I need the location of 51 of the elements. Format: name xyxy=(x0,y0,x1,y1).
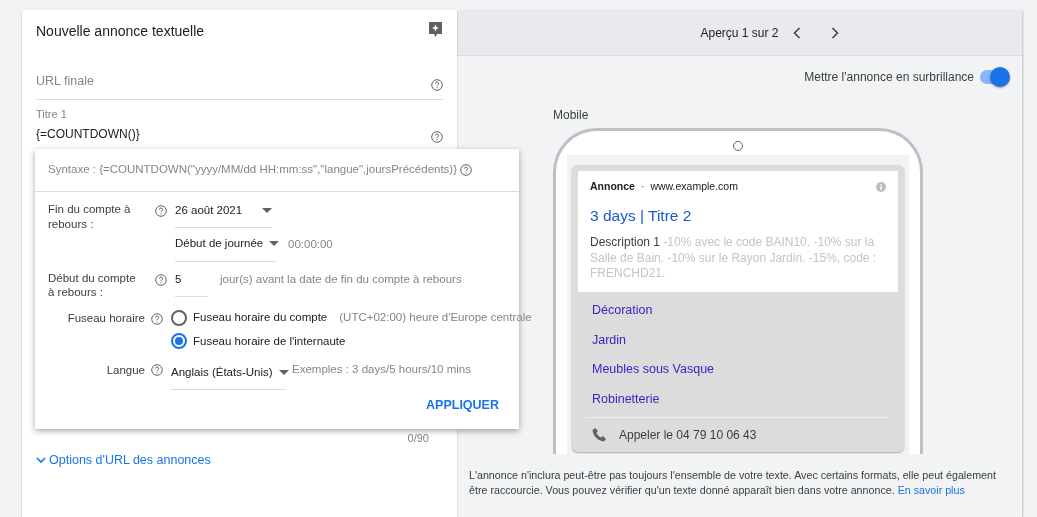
phone-icon[interactable] xyxy=(592,427,607,443)
days-suffix: jour(s) avant la date de fin du compte à rebours xyxy=(220,271,462,287)
disclaimer-text: L'annonce n'inclura peut-être pas toujours l'ensemble de votre texte. Avec certains formats, elle peut également être raccourcie. Vous pouvez vérifier qu'un texte donné apparaît bien dans votre annonce. En savoir plus xyxy=(469,468,997,498)
timezone-note: (UTC+02:00) heure d'Europe centrale xyxy=(339,310,532,326)
toggle-label: Mettre l'annonce en surbrillance xyxy=(804,69,974,86)
apply-button[interactable]: APPLIQUER xyxy=(426,392,499,419)
help-icon[interactable] xyxy=(431,78,443,91)
examples-text: Exemples : 3 days/5 hours/10 mins xyxy=(292,362,471,378)
ad-url: www.example.com xyxy=(650,179,738,194)
learn-more-link[interactable]: En savoir plus xyxy=(897,484,965,496)
url-options-link[interactable]: Options d'URL des annonces xyxy=(36,450,211,470)
radio-button[interactable] xyxy=(171,310,187,326)
chevron-right-icon[interactable] xyxy=(830,26,839,39)
date-dropdown[interactable]: 26 août 2021 xyxy=(175,202,272,229)
help-icon[interactable] xyxy=(155,205,167,217)
help-icon[interactable] xyxy=(460,164,473,176)
pager-text: Aperçu 1 sur 2 xyxy=(700,24,779,42)
help-icon[interactable] xyxy=(151,313,163,326)
time-dropdown[interactable]: Début de journée xyxy=(175,235,276,262)
radio-button[interactable] xyxy=(171,333,187,350)
separator-dot: · xyxy=(640,179,645,194)
time-text: 00:00:00 xyxy=(288,236,333,252)
help-icon[interactable] xyxy=(155,273,167,286)
toggle-switch[interactable] xyxy=(980,70,1008,84)
url-input[interactable]: URL finale xyxy=(36,72,443,100)
field-label: Début du compte à rebours : xyxy=(48,270,137,301)
days-input[interactable]: 5 xyxy=(175,270,208,297)
radio-option[interactable]: Fuseau horaire de l'internaute xyxy=(171,332,532,350)
field-label: Langue xyxy=(105,362,145,378)
sitelink[interactable]: Robinetterie xyxy=(578,387,898,417)
sitelink[interactable]: Jardin xyxy=(578,327,898,358)
chevron-down-icon xyxy=(36,456,46,464)
character-counter: 0/90 xyxy=(406,431,429,447)
field-label: Fin du compte à rebours : xyxy=(48,202,132,232)
field-label: Fuseau horaire xyxy=(66,311,145,327)
language-dropdown[interactable]: Anglais (États-Unis) xyxy=(171,363,286,391)
option-label: Fuseau horaire du compte xyxy=(193,310,328,326)
help-icon[interactable] xyxy=(151,364,163,376)
ad-label: Annonce xyxy=(590,179,635,194)
sparkle-icon[interactable] xyxy=(428,21,443,38)
device-label: Mobile xyxy=(553,107,589,124)
sitelink[interactable]: Décoration xyxy=(578,297,898,328)
sitelink[interactable]: Meubles sous Vasque xyxy=(578,357,898,388)
ad-headline[interactable]: 3 days | Titre 2 xyxy=(590,203,886,227)
option-label: Fuseau horaire de l'internaute xyxy=(193,333,346,349)
card-title: Nouvelle annonce textuelle xyxy=(36,22,205,41)
chevron-left-icon[interactable] xyxy=(792,26,801,39)
radio-option[interactable]: Fuseau horaire du compte (UTC+02:00) heure d'Europe centrale xyxy=(171,309,532,327)
call-text: Appeler le 04 79 10 06 43 xyxy=(619,426,757,444)
help-icon[interactable] xyxy=(431,131,443,144)
syntax-text: Syntaxe : {=COUNTDOWN("yyyy/MM/dd HH:mm:ss","langue",joursPrécédents)} xyxy=(48,162,458,178)
